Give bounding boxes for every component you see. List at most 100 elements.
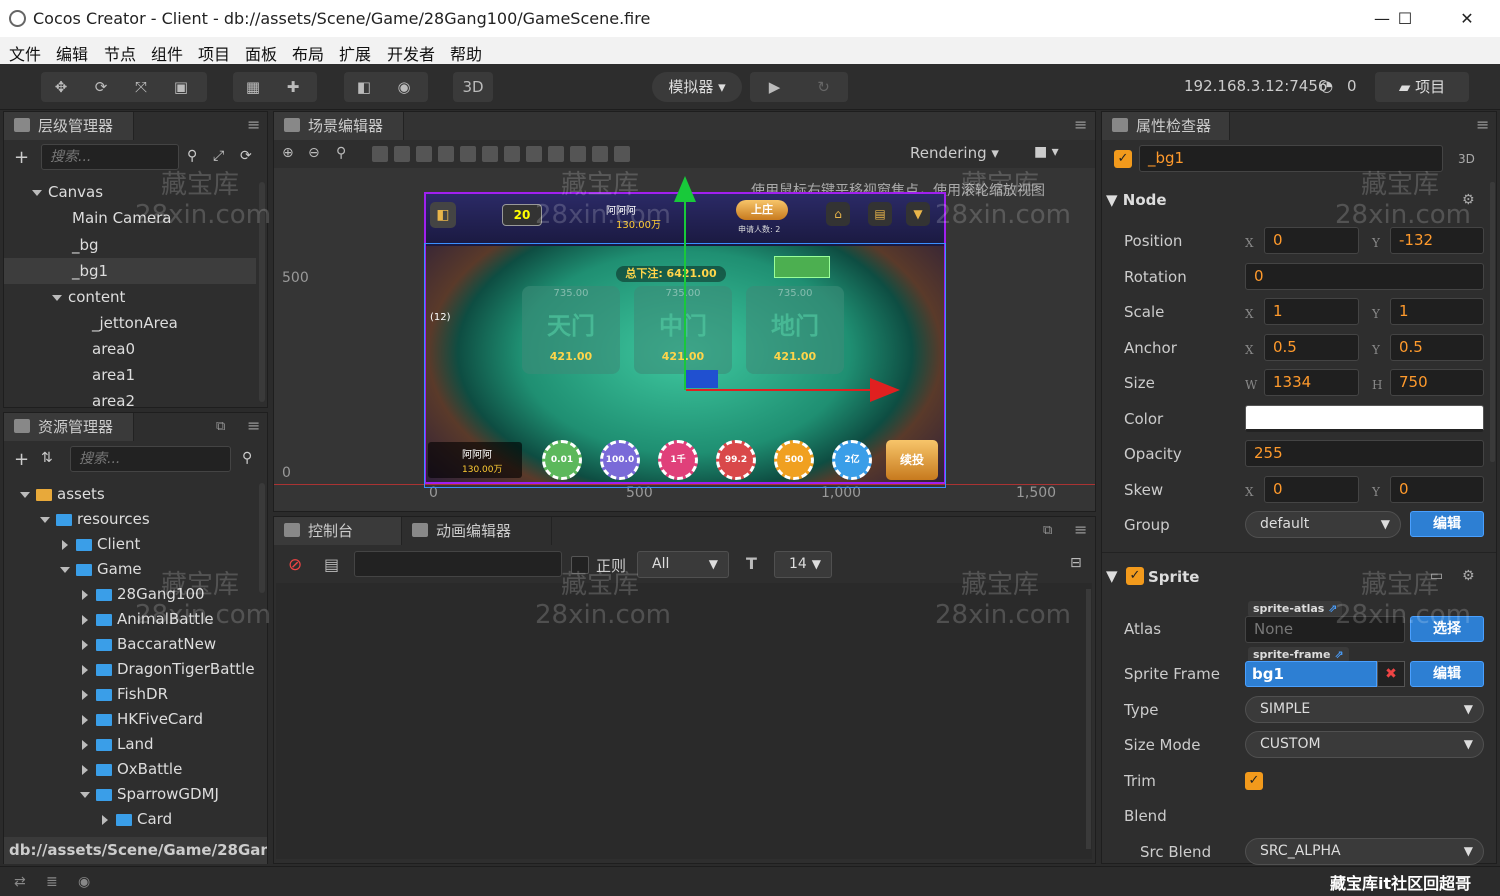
refresh-button[interactable]: ↻ xyxy=(799,72,848,102)
anchor-x-input[interactable]: 0.5 xyxy=(1264,334,1359,361)
asset-animal-battle[interactable]: AnimalBattle xyxy=(82,606,214,632)
tree-node-main-camera[interactable]: Main Camera xyxy=(72,205,171,231)
scale-tool-icon[interactable]: ⤧ xyxy=(121,72,161,102)
zoom-in-icon[interactable]: ⊕ xyxy=(282,145,294,161)
assets-search-input[interactable]: 搜索... xyxy=(70,446,231,472)
distribute-bottom-icon[interactable] xyxy=(614,146,630,162)
node-section-header[interactable]: ▼ Node xyxy=(1106,186,1167,214)
menu-developer[interactable]: 开发者 xyxy=(387,41,435,65)
group-edit-button[interactable]: 编辑 xyxy=(1410,511,1484,537)
asset-game[interactable]: Game xyxy=(60,556,142,582)
clear-sprite-frame-icon[interactable]: ✖ xyxy=(1377,661,1405,687)
tree-node-area0[interactable]: area0 xyxy=(92,336,135,362)
collapse-arrow-icon[interactable] xyxy=(82,639,88,650)
pivot-center-icon[interactable]: ✚ xyxy=(273,72,313,102)
animation-tab[interactable]: 动画编辑器 xyxy=(402,517,552,545)
menu-edit[interactable]: 编辑 xyxy=(56,41,88,65)
anchor-y-input[interactable]: 0.5 xyxy=(1390,334,1484,361)
hierarchy-search-input[interactable]: 搜索... xyxy=(41,144,179,170)
inspector-menu-icon[interactable]: ≡ xyxy=(1476,115,1489,134)
expand-arrow-icon[interactable] xyxy=(32,189,42,196)
open-project-button[interactable]: ▰ 项目 xyxy=(1375,72,1469,102)
distribute-left-icon[interactable] xyxy=(504,146,520,162)
console-scrollbar[interactable] xyxy=(1086,589,1091,849)
asset-land[interactable]: Land xyxy=(82,731,154,757)
tree-node-jetton-area[interactable]: _jettonArea xyxy=(92,310,178,336)
collapse-arrow-icon[interactable]: ▼ xyxy=(1106,191,1123,209)
expand-arrow-icon[interactable] xyxy=(60,566,70,573)
node-active-checkbox[interactable]: ✓ xyxy=(1114,150,1132,168)
position-y-input[interactable]: -132 xyxy=(1390,227,1484,254)
collapse-arrow-icon[interactable] xyxy=(82,714,88,725)
clear-console-icon[interactable]: ⊘ xyxy=(288,555,302,575)
group-select[interactable]: default ▼ xyxy=(1245,511,1401,538)
trim-checkbox[interactable]: ✓ xyxy=(1245,772,1263,790)
database-icon[interactable]: ≣ xyxy=(46,874,58,890)
distribute-top-icon[interactable] xyxy=(570,146,586,162)
align-right-icon[interactable] xyxy=(416,146,432,162)
menu-layout[interactable]: 布局 xyxy=(292,41,324,65)
scale-x-input[interactable]: 1 xyxy=(1264,298,1359,325)
expand-arrow-icon[interactable] xyxy=(20,491,30,498)
gizmo-x-arrow-icon[interactable] xyxy=(870,378,900,402)
refresh-icon[interactable]: ⟳ xyxy=(240,148,252,164)
collapse-arrow-icon[interactable] xyxy=(82,664,88,675)
close-button[interactable]: ✕ xyxy=(1444,0,1490,37)
asset-assets[interactable]: assets xyxy=(20,481,105,507)
console-output[interactable] xyxy=(276,583,1092,859)
menu-help[interactable]: 帮助 xyxy=(450,41,482,65)
gizmo-x-axis[interactable] xyxy=(686,389,876,391)
tree-node-bg[interactable]: _bg xyxy=(72,232,99,258)
sprite-settings-icon[interactable]: ⚙ xyxy=(1462,568,1475,584)
collapse-icon[interactable]: ⊟ xyxy=(1070,555,1082,571)
asset-card[interactable]: Card xyxy=(102,806,172,831)
maximize-button[interactable]: ☐ xyxy=(1382,0,1428,37)
inspector-scrollbar[interactable] xyxy=(1490,182,1495,462)
src-blend-select[interactable]: SRC_ALPHA ▼ xyxy=(1245,838,1484,865)
hierarchy-menu-icon[interactable]: ≡ xyxy=(247,115,260,134)
align-left-icon[interactable] xyxy=(372,146,388,162)
sort-icon[interactable]: ⇅ xyxy=(41,450,53,466)
log-level-select[interactable]: All ▼ xyxy=(637,551,729,578)
distribute-right-icon[interactable] xyxy=(548,146,564,162)
menu-project[interactable]: 项目 xyxy=(198,41,230,65)
size-w-input[interactable]: 1334 xyxy=(1264,369,1359,396)
rotate-tool-icon[interactable]: ⟳ xyxy=(81,72,121,102)
asset-sparrow-gdmj[interactable]: SparrowGDMJ xyxy=(80,781,219,807)
zoom-reset-icon[interactable]: ⚲ xyxy=(336,145,346,161)
asset-28gang100[interactable]: 28Gang100 xyxy=(82,581,205,607)
assets-menu-icon[interactable]: ≡ xyxy=(247,416,260,435)
skew-y-input[interactable]: 0 xyxy=(1390,476,1484,503)
eye-icon[interactable]: ◉ xyxy=(78,874,90,890)
menu-file[interactable]: 文件 xyxy=(9,41,41,65)
collapse-arrow-icon[interactable] xyxy=(82,689,88,700)
collapse-arrow-icon[interactable] xyxy=(82,739,88,750)
popout-icon[interactable]: ⧉ xyxy=(1043,523,1052,538)
align-vcenter-icon[interactable] xyxy=(460,146,476,162)
sprite-frame-edit-button[interactable]: 编辑 xyxy=(1410,661,1484,687)
simulator-dropdown[interactable]: 模拟器 ▾ xyxy=(652,72,742,102)
tree-node-area1[interactable]: area1 xyxy=(92,362,135,388)
tree-node-canvas[interactable]: Canvas xyxy=(32,179,103,205)
link-icon[interactable]: ⇗ xyxy=(1334,648,1343,661)
node-name-input[interactable]: _bg1 xyxy=(1139,145,1443,172)
menu-extension[interactable]: 扩展 xyxy=(339,41,371,65)
scale-y-input[interactable]: 1 xyxy=(1390,298,1484,325)
align-bottom-icon[interactable] xyxy=(482,146,498,162)
asset-fishdr[interactable]: FishDR xyxy=(82,681,168,707)
collapse-arrow-icon[interactable] xyxy=(82,614,88,625)
scene-menu-icon[interactable]: ≡ xyxy=(1074,115,1087,134)
font-size-select[interactable]: 14 ▼ xyxy=(774,551,832,578)
scene-tab[interactable]: 场景编辑器 xyxy=(274,112,404,140)
assets-scrollbar[interactable] xyxy=(259,483,265,593)
menu-component[interactable]: 组件 xyxy=(151,41,183,65)
link-icon[interactable]: ⇗ xyxy=(1328,602,1337,615)
camera-icon[interactable]: ■ ▾ xyxy=(1034,144,1059,160)
rect-tool-icon[interactable]: ▣ xyxy=(161,72,201,102)
sprite-doc-icon[interactable]: ▭ xyxy=(1430,568,1443,584)
regex-checkbox[interactable] xyxy=(571,556,589,574)
snap-icon[interactable]: ◧ xyxy=(344,72,384,102)
asset-client[interactable]: Client xyxy=(62,531,140,557)
collapse-arrow-icon[interactable] xyxy=(82,764,88,775)
sprite-section-header[interactable]: ▼ xyxy=(1106,562,1118,590)
